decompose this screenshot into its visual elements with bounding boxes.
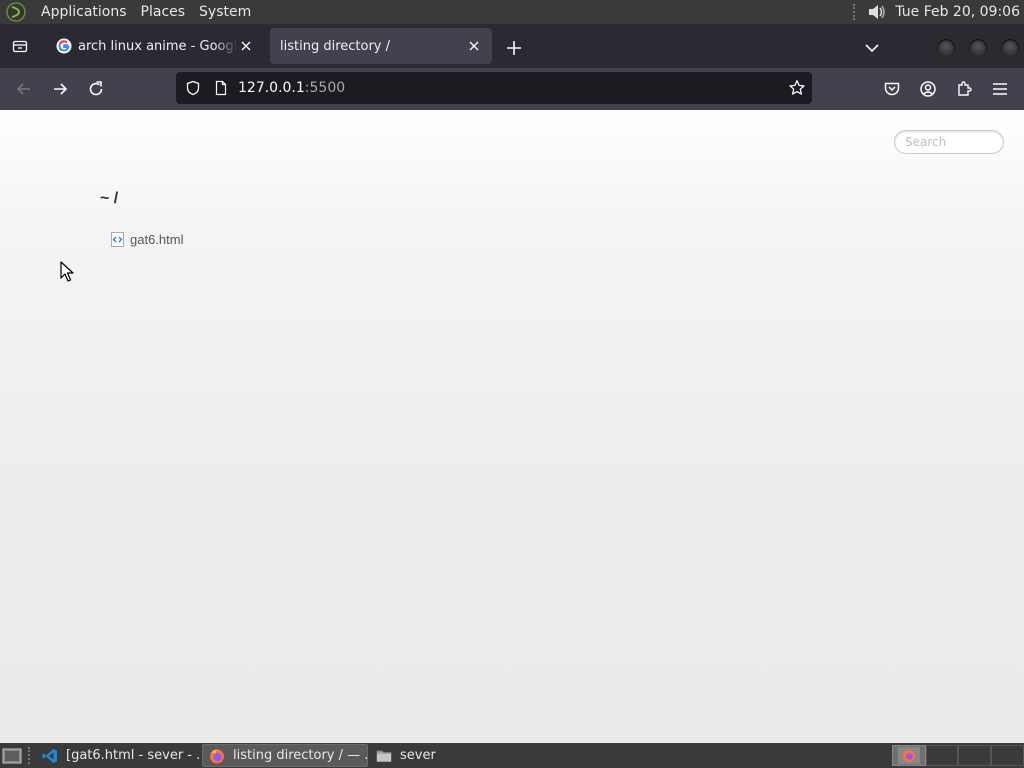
firefox-view-button[interactable] [0,24,40,68]
pocket-button[interactable] [882,79,902,99]
page-content: ~ / gat6.html [0,110,1024,743]
tab-title: arch linux anime - Google Search [78,38,238,54]
panel-separator [28,747,32,764]
back-button[interactable] [14,79,34,99]
account-button[interactable] [918,79,938,99]
new-tab-button[interactable] [504,38,524,58]
workspace-1[interactable] [892,745,926,766]
reload-button[interactable] [86,79,106,99]
workspace-firefox-icon [898,747,920,764]
mouse-cursor-icon [60,261,74,282]
top-panel: Applications Places System Tue Feb 20, 0… [0,0,1024,24]
directory-breadcrumb[interactable]: ~ / [100,190,118,208]
bookmark-star-icon[interactable] [788,79,806,97]
html-file-icon [111,232,124,247]
volume-icon[interactable] [865,1,887,23]
firefox-icon [210,748,224,763]
mate-logo-icon[interactable] [6,2,26,22]
workspace-3[interactable] [958,745,991,766]
navigation-toolbar: 127.0.0.1:5500 [0,68,1024,110]
places-menu[interactable]: Places [134,0,193,24]
firefox-view-icon [12,40,28,53]
taskbar-item-firefox[interactable]: listing directory / — ... [202,744,368,767]
page-icon[interactable] [213,80,229,96]
list-all-tabs-button[interactable] [862,38,882,58]
extensions-button[interactable] [954,79,974,99]
maximize-button[interactable] [969,39,987,57]
tab-title: listing directory / [280,38,390,54]
file-link-gat6[interactable]: gat6.html [110,232,183,247]
task-label: [gat6.html - sever - ... [66,748,200,763]
tab-bar: arch linux anime - Google Search listing… [0,24,1024,68]
applications-menu[interactable]: Applications [34,0,134,24]
google-icon [56,38,72,54]
close-tab-button[interactable] [238,38,254,54]
folder-icon [376,750,392,762]
tab-google-search[interactable]: arch linux anime - Google Search [46,28,264,64]
workspace-2[interactable] [926,745,958,766]
search-input[interactable] [894,130,1004,154]
tray-separator [853,4,859,20]
task-label: listing directory / — ... [233,748,368,763]
task-label: sever [400,748,436,763]
close-tab-button[interactable] [466,38,482,54]
workspace-4[interactable] [991,745,1024,766]
clock[interactable]: Tue Feb 20, 09:06 [895,4,1024,20]
url-bar[interactable]: 127.0.0.1:5500 [176,72,812,104]
app-menu-button[interactable] [990,79,1010,99]
tracking-protection-shield-icon[interactable] [185,80,201,96]
file-name: gat6.html [130,232,184,247]
show-desktop-icon[interactable] [2,746,22,765]
taskbar-item-sever-folder[interactable]: sever [370,744,530,767]
url-text[interactable]: 127.0.0.1:5500 [238,72,345,104]
forward-button[interactable] [50,79,70,99]
minimize-button[interactable] [937,39,955,57]
system-menu[interactable]: System [192,0,258,24]
url-port: :5500 [304,80,346,96]
url-host: 127.0.0.1 [238,80,305,96]
close-icon [469,41,479,51]
tab-listing-directory[interactable]: listing directory / [270,28,492,64]
close-window-button[interactable] [1001,39,1019,57]
bottom-panel: [gat6.html - sever - ... listing directo… [0,743,1024,768]
taskbar-item-vscode[interactable]: [gat6.html - sever - ... [36,744,200,767]
vscode-icon [42,748,57,763]
close-icon [241,41,251,51]
